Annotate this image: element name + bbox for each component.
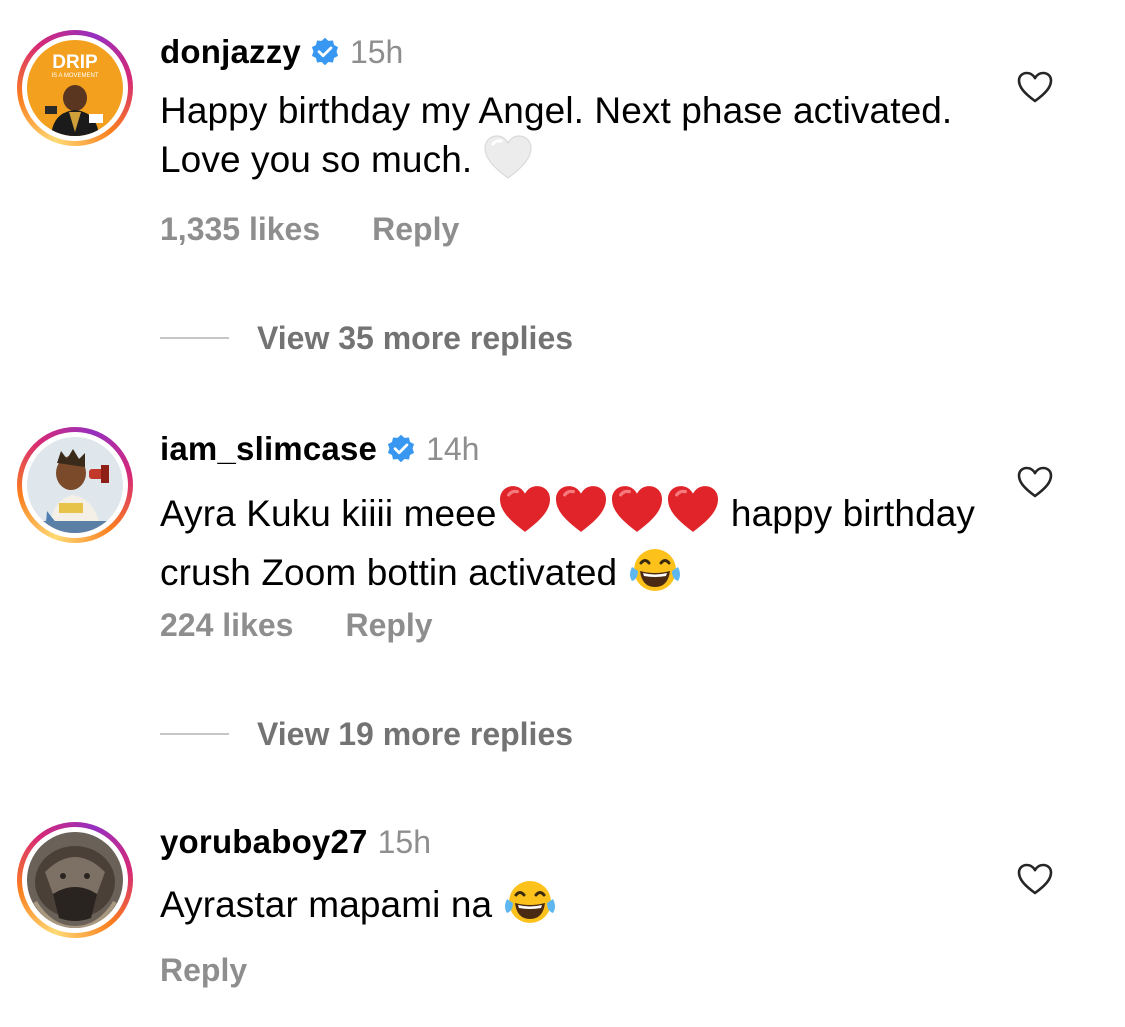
face-with-tears-of-joy-icon [503,877,557,936]
username[interactable]: yorubaboy27 [160,823,368,861]
comment-header: yorubaboy27 15h [160,822,431,862]
avatar [27,832,123,928]
comment-text: Ayrastar mapami na [160,877,980,936]
avatar-story-ring[interactable] [17,822,133,938]
comment-item: yorubaboy27 15h Ayrastar mapami na Reply [0,0,1125,1027]
timestamp: 15h [377,823,431,860]
reply-button[interactable]: Reply [160,952,247,989]
comment-meta: Reply [160,950,247,990]
heart-outline-icon[interactable] [1016,862,1054,896]
comment-text-content: Ayrastar mapami na [160,884,503,925]
